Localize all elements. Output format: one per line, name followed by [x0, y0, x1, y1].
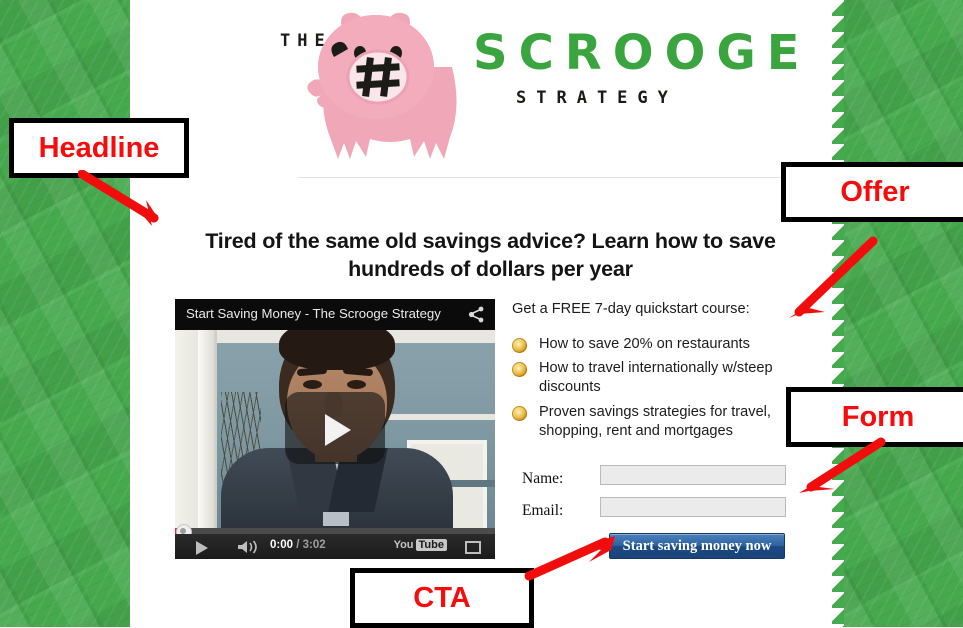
pig-icon [307, 12, 457, 159]
email-label: Email: [522, 502, 564, 519]
signup-form: Name: Email: Start saving money now [512, 465, 802, 559]
video-title-bar: Start Saving Money - The Scrooge Strateg… [175, 299, 495, 330]
list-item: Proven savings strategies for travel, sh… [512, 403, 802, 442]
coin-icon [512, 405, 527, 421]
coin-icon [512, 362, 527, 378]
name-label: Name: [522, 470, 564, 487]
video-time-separator: / [293, 539, 303, 551]
offer-lead-text: Get a FREE 7-day quickstart course: [512, 301, 750, 317]
cta-submit-button[interactable]: Start saving money now [609, 533, 785, 559]
annotation-arrow-headline [78, 170, 159, 226]
share-icon[interactable] [468, 306, 485, 323]
site-logo[interactable]: THE SCROOGE STRATEGY [268, 5, 800, 165]
annotation-headline: Headline [9, 118, 189, 178]
volume-icon[interactable] [237, 540, 259, 554]
youtube-you-text: You [393, 539, 414, 551]
annotation-arrow-form [799, 437, 886, 493]
video-scene-eye-right [347, 380, 366, 389]
annotation-arrow-cta [524, 536, 615, 581]
video-current-time: 0:00 [270, 539, 294, 551]
play-button[interactable] [196, 541, 208, 555]
benefit-text: How to travel internationally w/steep di… [539, 360, 773, 396]
video-timestamp: 0:00 / 3:02 [270, 539, 326, 551]
offer-section: Get a FREE 7-day quickstart course: How … [512, 300, 802, 446]
form-row-name: Name: [512, 465, 802, 497]
youtube-logo[interactable]: You Tube [394, 539, 447, 551]
offer-benefit-list: How to save 20% on restaurants How to tr… [512, 335, 802, 441]
logo-brand-text: SCROOGE [473, 25, 811, 81]
coin-icon [512, 337, 527, 353]
landing-page-screenshot: THE SCROOGE STRATEGY Tired of the same o… [0, 0, 963, 628]
video-scene-hairline [279, 330, 395, 370]
annotation-arrow-offer [789, 236, 878, 318]
fullscreen-icon[interactable] [465, 541, 481, 554]
video-title: Start Saving Money - The Scrooge Strateg… [186, 306, 441, 321]
money-pattern-left [0, 0, 131, 627]
site-header: THE SCROOGE STRATEGY [130, 0, 938, 178]
list-item: How to save 20% on restaurants [512, 335, 802, 354]
list-item: How to travel internationally w/steep di… [512, 359, 802, 398]
video-scene-curtain-fold [198, 330, 214, 528]
video-player[interactable]: Start Saving Money - The Scrooge Strateg… [175, 299, 495, 559]
page-headline: Tired of the same old savings advice? Le… [205, 229, 776, 281]
video-control-bar: 0:00 / 3:02 You Tube [175, 534, 495, 559]
video-scene-eye-left [303, 380, 322, 389]
youtube-tube-text: Tube [415, 539, 447, 551]
annotation-cta: CTA [350, 568, 534, 628]
logo-tagline-text: STRATEGY [516, 88, 678, 108]
video-duration: 3:02 [302, 539, 326, 551]
background-money-band-left [0, 0, 146, 627]
name-input[interactable] [600, 465, 786, 485]
email-input[interactable] [600, 497, 786, 517]
play-triangle-icon[interactable] [325, 414, 351, 446]
benefit-text: Proven savings strategies for travel, sh… [539, 403, 771, 439]
annotation-offer: Offer [781, 162, 963, 222]
form-row-email: Email: [512, 497, 802, 529]
video-frame[interactable] [175, 330, 495, 528]
benefit-text: How to save 20% on restaurants [539, 335, 750, 352]
